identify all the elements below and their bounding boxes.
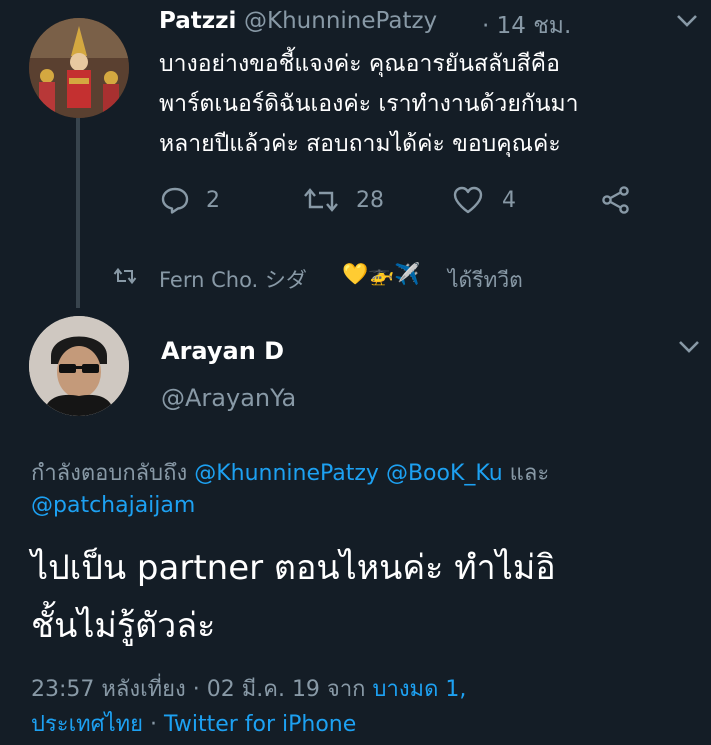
like-count: 4 bbox=[502, 188, 516, 213]
location-link[interactable]: บางมด 1, bbox=[373, 677, 467, 702]
avatar[interactable] bbox=[29, 18, 129, 118]
mention-link[interactable]: @KhunninePatzy bbox=[194, 461, 379, 486]
tweet-text: บางอย่างขอชี้แจงค่ะ คุณอารยันสลับสีคือ พ… bbox=[159, 44, 699, 164]
retweet-small-icon bbox=[113, 266, 137, 290]
chevron-down-icon[interactable] bbox=[678, 340, 700, 354]
replying-to-line: กำลังตอบกลับถึง @KhunninePatzy @BooK_Ku … bbox=[31, 455, 549, 490]
thread-connector-line bbox=[76, 118, 80, 308]
client-line: ประเทศไทย · Twitter for iPhone bbox=[31, 706, 356, 741]
retweeter-name[interactable]: Fern Cho. シダ bbox=[159, 264, 307, 294]
location-link[interactable]: ประเทศไทย bbox=[31, 712, 143, 737]
retweeted-label: ได้รีทวีต bbox=[448, 268, 523, 292]
user-handle[interactable]: @ArayanYa bbox=[161, 384, 296, 412]
reply-icon[interactable] bbox=[160, 185, 190, 219]
tweet-text-line: ไปเป็น partner ตอนไหนค่ะ ทำไม่อิ bbox=[31, 548, 556, 588]
separator-dot: · bbox=[150, 712, 158, 737]
user-handle[interactable]: @KhunninePatzy bbox=[244, 8, 437, 34]
chevron-down-icon[interactable] bbox=[676, 14, 698, 28]
client-link[interactable]: Twitter for iPhone bbox=[164, 712, 356, 737]
tweet-time[interactable]: · 14 ชม. bbox=[482, 8, 571, 44]
reply-count: 2 bbox=[206, 188, 220, 213]
retweeter-emoji: 💛🚁✈️ bbox=[342, 262, 421, 286]
tweet-text-line: บางอย่างขอชี้แจงค่ะ คุณอารยันสลับสีคือ bbox=[159, 51, 560, 77]
tweet-text-line: หลายปีแล้วค่ะ สอบถามได้ค่ะ ขอบคุณค่ะ bbox=[159, 131, 561, 157]
mention-link[interactable]: @patchajaijam bbox=[31, 493, 195, 518]
display-name[interactable]: Patzzi bbox=[159, 8, 236, 34]
replying-to-label: กำลังตอบกลับถึง bbox=[31, 461, 188, 486]
tweet-text-line: ชั้นไม่รู้ตัวล่ะ bbox=[31, 606, 216, 646]
display-name[interactable]: Arayan D bbox=[161, 337, 284, 365]
timestamp: 23:57 หลังเที่ยง · 02 มี.ค. 19 จาก bbox=[31, 677, 366, 702]
retweet-count: 28 bbox=[356, 188, 384, 213]
tweet-text-line: พาร์ตเนอร์ดิฉันเองค่ะ เราทำงานด้วยกันมา bbox=[159, 91, 579, 117]
retweet-icon[interactable] bbox=[303, 185, 339, 219]
avatar[interactable] bbox=[29, 316, 129, 416]
timestamp-line: 23:57 หลังเที่ยง · 02 มี.ค. 19 จาก บางมด… bbox=[31, 671, 466, 706]
share-icon[interactable] bbox=[600, 185, 632, 219]
and-word: และ bbox=[509, 461, 550, 486]
mention-link[interactable]: @BooK_Ku bbox=[386, 461, 503, 486]
heart-icon[interactable] bbox=[452, 185, 484, 219]
